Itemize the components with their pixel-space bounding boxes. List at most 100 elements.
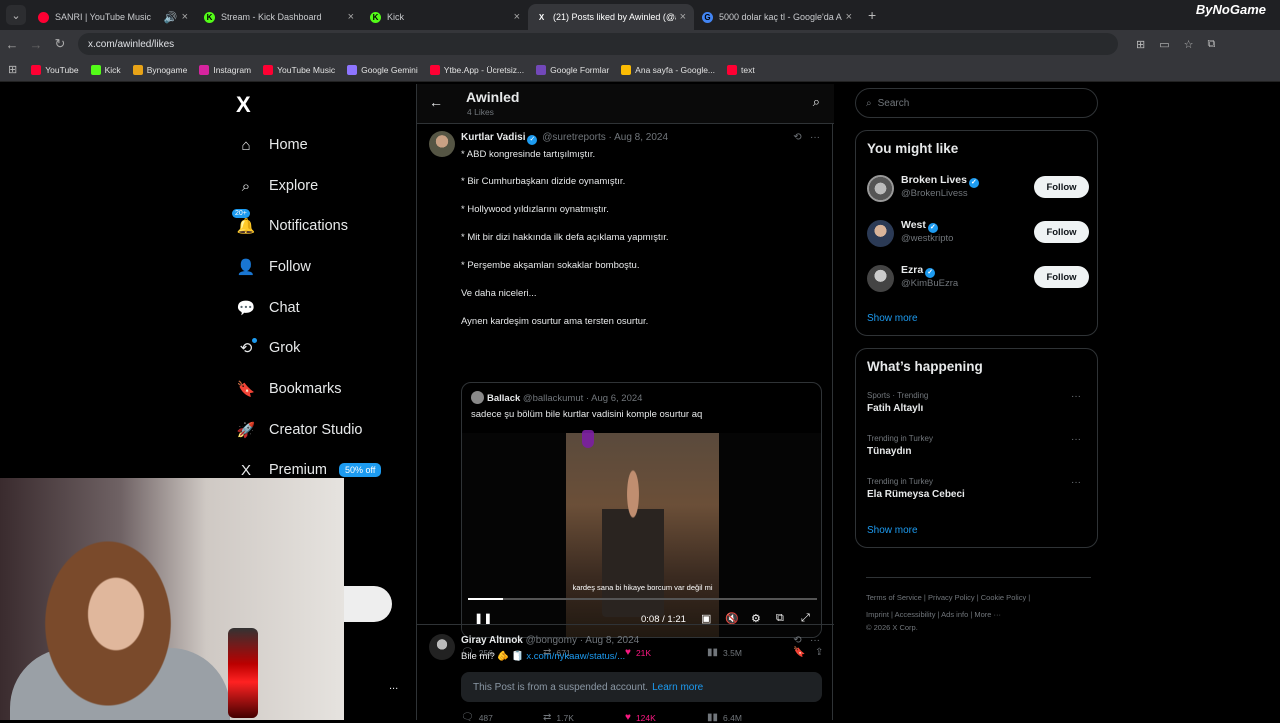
avatar[interactable] bbox=[867, 220, 894, 247]
suggested-account[interactable]: West ✓ @westkripto Follow bbox=[867, 218, 1089, 254]
star-icon[interactable]: ☆ bbox=[1184, 38, 1194, 51]
new-tab-button[interactable]: + bbox=[868, 7, 876, 23]
sidebar-item-home[interactable]: ⌂ Home bbox=[236, 135, 307, 155]
tab-favicon-icon: K bbox=[204, 11, 215, 23]
close-tab-icon[interactable]: × bbox=[680, 11, 686, 23]
translate-icon[interactable]: ⊞ bbox=[1136, 38, 1145, 51]
extensions-icon[interactable]: ⧉ bbox=[1208, 38, 1216, 51]
suggested-account[interactable]: Ezra ✓ @KimBuEzra Follow bbox=[867, 263, 1089, 299]
sidebar-item-chat[interactable]: 💬 Chat bbox=[236, 298, 300, 318]
search-field[interactable]: ⌕ Search bbox=[855, 88, 1098, 118]
footer-links-1[interactable]: Terms of Service | Privacy Policy | Cook… bbox=[866, 593, 1030, 602]
account-name[interactable]: Ezra ✓ bbox=[901, 264, 937, 278]
browser-tab[interactable]: K Kick × bbox=[362, 4, 528, 30]
grok-icon[interactable]: ⟲ bbox=[793, 635, 801, 646]
trend-item[interactable]: Trending in Turkey Tünaydın ··· bbox=[867, 434, 1089, 457]
tab-title: Stream - Kick Dashboard bbox=[221, 12, 322, 22]
more-icon[interactable]: ··· bbox=[810, 635, 820, 646]
sidebar-item-notifications[interactable]: 🔔 20+ Notifications bbox=[232, 209, 348, 236]
sidebar-item-label: Creator Studio bbox=[269, 422, 363, 438]
post-handle[interactable]: @suretreports bbox=[542, 132, 606, 143]
show-more-link[interactable]: Show more bbox=[867, 525, 918, 536]
suggested-account[interactable]: Broken Lives ✓ @BrokenLivess Follow bbox=[867, 173, 1089, 209]
sidebar-item-grok[interactable]: ⟲ Grok bbox=[236, 338, 300, 358]
reload-icon[interactable]: ↻ bbox=[48, 36, 72, 52]
follow-button[interactable]: Follow bbox=[1034, 176, 1089, 198]
avatar[interactable] bbox=[867, 265, 894, 292]
bookmark-item[interactable]: Google Formlar bbox=[536, 64, 609, 75]
bookmark-item[interactable]: Ana sayfa - Google... bbox=[621, 64, 715, 75]
back-icon[interactable]: ← bbox=[0, 37, 24, 52]
bookmark-item[interactable]: Ytbe.App - Ücretsiz... bbox=[429, 64, 524, 75]
repost-button[interactable]: ⇄ 1.7K bbox=[543, 712, 625, 723]
avatar[interactable] bbox=[429, 634, 455, 660]
sidebar-item-explore[interactable]: ⌕ Explore bbox=[236, 176, 318, 196]
sidebar-item-creator-studio[interactable]: 🚀 Creator Studio bbox=[236, 420, 363, 440]
speaker-icon[interactable]: 🔊 bbox=[164, 11, 178, 24]
post-date[interactable]: · Aug 8, 2024 bbox=[609, 132, 669, 143]
more-options-icon[interactable]: ... bbox=[389, 680, 398, 692]
trend-more-icon[interactable]: ··· bbox=[1071, 391, 1081, 402]
close-tab-icon[interactable]: × bbox=[348, 11, 354, 23]
bookmark-item[interactable]: Bynogame bbox=[132, 64, 187, 75]
post-link[interactable]: x.com/nykaaw/status/... bbox=[526, 651, 625, 662]
post-date[interactable]: · Aug 8, 2024 bbox=[580, 635, 640, 646]
like-button[interactable]: ♥ 124K bbox=[625, 712, 707, 723]
browser-tab[interactable]: G 5000 dolar kaç tl - Google'da A × bbox=[694, 4, 860, 30]
url-field[interactable]: x.com/awinled/likes bbox=[78, 33, 1118, 55]
follow-button[interactable]: Follow bbox=[1034, 221, 1089, 243]
reply-button[interactable]: 🗨 487 bbox=[461, 712, 543, 723]
footer-links-2[interactable]: Imprint | Accessibility | Ads info | Mor… bbox=[866, 610, 1001, 619]
post-text-line: * ABD kongresinde tartışılmıştır. bbox=[461, 149, 596, 160]
views-button[interactable]: ▮▮ 6.4M bbox=[707, 712, 793, 723]
close-tab-icon[interactable]: × bbox=[182, 11, 188, 23]
sidebar-item-bookmarks[interactable]: 🔖 Bookmarks bbox=[236, 379, 342, 399]
account-name[interactable]: West ✓ bbox=[901, 219, 940, 233]
bookmark-item[interactable]: Instagram bbox=[199, 64, 251, 75]
trend-item[interactable]: Trending in Turkey Ela Rümeysa Cebeci ··· bbox=[867, 477, 1089, 500]
browser-tab[interactable]: K Stream - Kick Dashboard × bbox=[196, 4, 362, 30]
post-button-partial[interactable] bbox=[344, 586, 392, 622]
x-logo-icon[interactable]: X bbox=[236, 92, 251, 118]
forward-icon[interactable]: → bbox=[24, 37, 48, 52]
apps-icon[interactable]: ⊞ bbox=[8, 63, 17, 76]
home-icon: ⌂ bbox=[241, 136, 251, 154]
sidebar-item-premium[interactable]: X Premium 50% off bbox=[236, 460, 382, 480]
browser-tab[interactable]: SANRI | YouTube Music 🔊 × bbox=[30, 4, 196, 30]
close-tab-icon[interactable]: × bbox=[846, 11, 852, 23]
post-handle[interactable]: @bongomy bbox=[526, 635, 577, 646]
quoted-post[interactable]: Ballack @ballackumut · Aug 6, 2024 sadec… bbox=[461, 382, 822, 638]
learn-more-link[interactable]: Learn more bbox=[652, 682, 703, 693]
post-header: Giray Altınok @bongomy · Aug 8, 2024 bbox=[461, 635, 639, 646]
bookmark-item[interactable]: Kick bbox=[90, 64, 121, 75]
close-tab-icon[interactable]: × bbox=[514, 11, 520, 23]
bookmark-item[interactable]: text bbox=[727, 64, 755, 75]
follow-button[interactable]: Follow bbox=[1034, 266, 1089, 288]
account-name[interactable]: Broken Lives ✓ bbox=[901, 174, 981, 188]
grok-icon[interactable]: ⟲ bbox=[793, 132, 801, 143]
avatar[interactable] bbox=[867, 175, 894, 202]
post-author[interactable]: Kurtlar Vadisi bbox=[461, 132, 525, 143]
bookmark-item[interactable]: YouTube Music bbox=[263, 64, 335, 75]
grok-icon: ⟲ bbox=[236, 338, 257, 358]
post-kurtlar-vadisi[interactable]: Kurtlar Vadisi ✓ @suretreports · Aug 8, 2… bbox=[417, 128, 834, 658]
browser-tab[interactable]: X (21) Posts liked by Awinled (@a × bbox=[528, 4, 694, 30]
trend-more-icon[interactable]: ··· bbox=[1071, 477, 1081, 488]
bookmark-item[interactable]: YouTube bbox=[31, 64, 79, 75]
tab-search-button[interactable]: ⌄ bbox=[6, 5, 26, 25]
search-icon: ⌕ bbox=[866, 97, 872, 109]
post-author[interactable]: Giray Altınok bbox=[461, 635, 523, 646]
trend-more-icon[interactable]: ··· bbox=[1071, 434, 1081, 445]
avatar[interactable] bbox=[429, 131, 455, 157]
search-icon[interactable]: ⌕ bbox=[813, 94, 820, 110]
show-more-link[interactable]: Show more bbox=[867, 313, 918, 324]
verified-icon: ✓ bbox=[527, 135, 538, 145]
more-icon[interactable]: ··· bbox=[810, 132, 820, 143]
video-player[interactable]: kardeş sana bi hikaye borcum var değil m… bbox=[462, 433, 821, 637]
sidebar-item-follow[interactable]: 👤 Follow bbox=[236, 257, 311, 277]
trend-item[interactable]: Sports · Trending Fatih Altaylı ··· bbox=[867, 391, 1089, 414]
back-arrow-icon[interactable]: ← bbox=[429, 94, 443, 110]
cast-icon[interactable]: ▭ bbox=[1159, 38, 1169, 51]
bookmark-item[interactable]: Google Gemini bbox=[347, 64, 418, 75]
video-progress[interactable] bbox=[468, 598, 817, 600]
